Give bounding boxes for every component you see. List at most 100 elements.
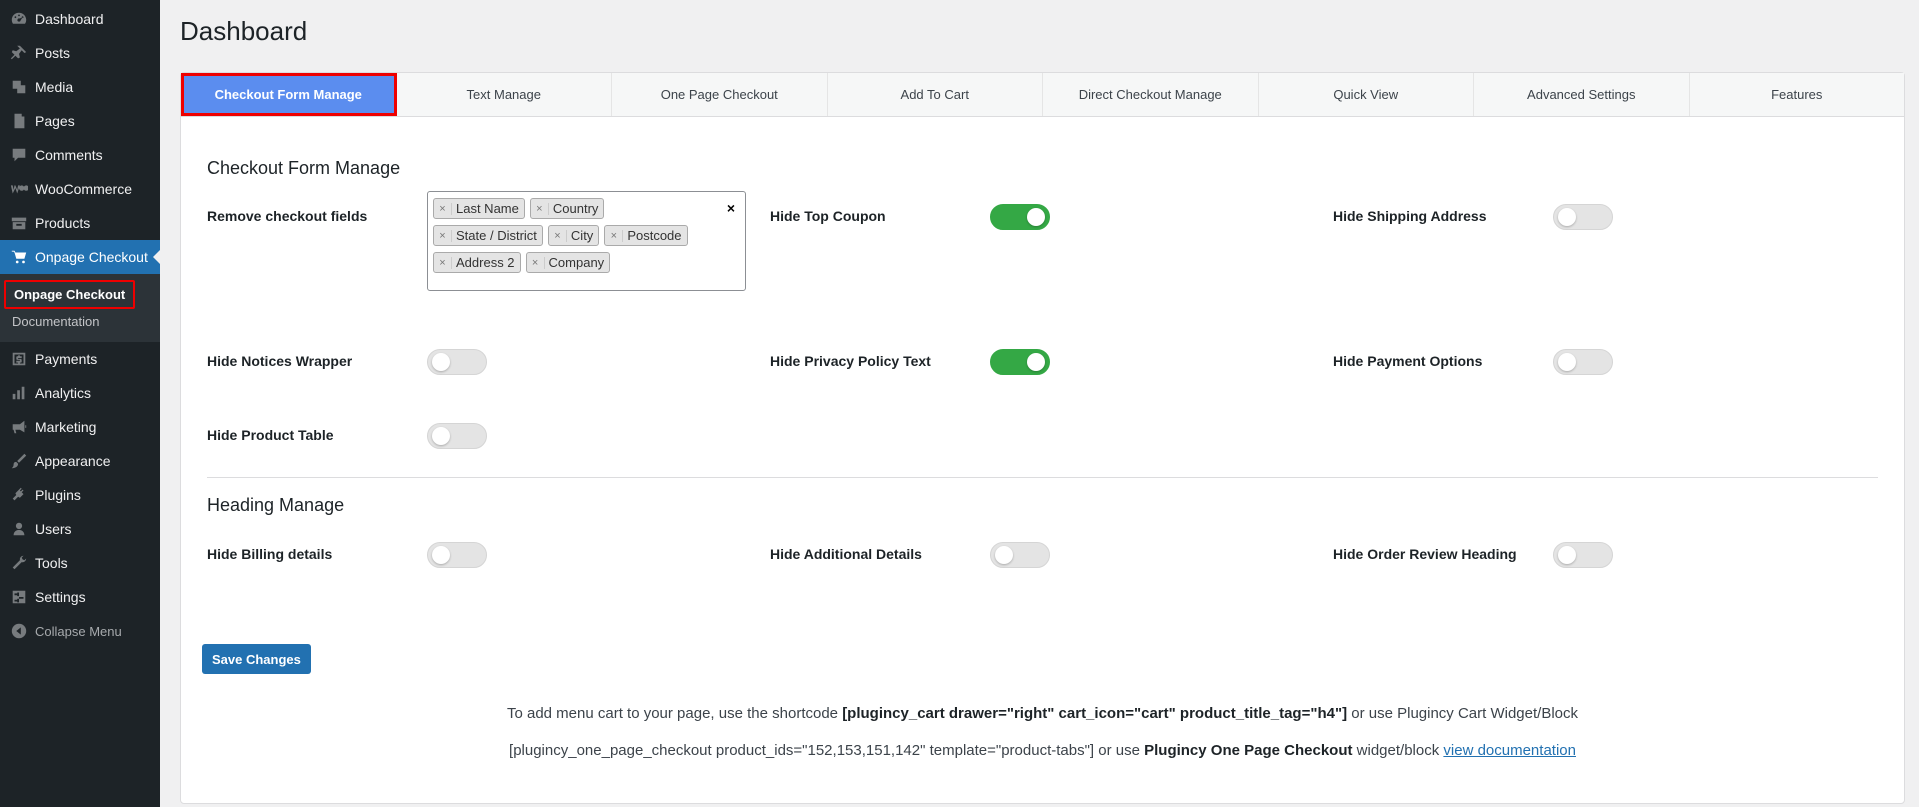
dollar-icon [9, 349, 29, 369]
menu-item-plugins[interactable]: Plugins [0, 478, 160, 512]
menu-label: Users [35, 521, 72, 537]
clear-all-icon[interactable]: × [727, 200, 735, 216]
remove-chip-icon[interactable]: × [527, 256, 545, 269]
menu-label: Comments [35, 147, 103, 163]
menu-item-appearance[interactable]: Appearance [0, 444, 160, 478]
chart-bar-icon [9, 383, 29, 403]
toggle-knob [1558, 208, 1576, 226]
tab-text-manage[interactable]: Text Manage [397, 73, 612, 116]
menu-item-pages[interactable]: Pages [0, 104, 160, 138]
tab-bar: Checkout Form Manage Text Manage One Pag… [181, 73, 1904, 117]
settings-panel: Checkout Form Manage Text Manage One Pag… [180, 72, 1905, 804]
selected-field-chip: × Country [529, 198, 605, 219]
page-title: Dashboard [180, 16, 308, 46]
toggle-hide-notices-wrapper[interactable] [427, 349, 487, 375]
remove-fields-multiselect[interactable]: × Last Name × Country × State / District × City… [427, 191, 746, 291]
collapse-icon [9, 621, 29, 641]
menu-label: Dashboard [35, 11, 104, 27]
toggle-hide-privacy-policy[interactable] [990, 349, 1050, 375]
submenu-item-documentation[interactable]: Documentation [0, 309, 160, 334]
menu-item-media[interactable]: Media [0, 70, 160, 104]
tab-quick-view[interactable]: Quick View [1259, 73, 1474, 116]
toggle-knob [995, 546, 1013, 564]
menu-item-users[interactable]: Users [0, 512, 160, 546]
selected-field-chip: × State / District [433, 225, 543, 246]
tab-content: Checkout Form Manage Remove checkout fie… [202, 117, 1878, 797]
admin-sidebar: Dashboard Posts Media Pages Comments Woo… [0, 0, 160, 807]
toggle-knob [432, 427, 450, 445]
toggle-knob [1027, 353, 1045, 371]
toggle-label-billing-details: Hide Billing details [207, 546, 333, 562]
tab-checkout-form-manage[interactable]: Checkout Form Manage [181, 73, 397, 116]
menu-item-posts[interactable]: Posts [0, 36, 160, 70]
menu-item-onpage-checkout[interactable]: Onpage Checkout [0, 240, 160, 274]
chip-label: Company [548, 255, 605, 270]
menu-item-products[interactable]: Products [0, 206, 160, 240]
toggle-hide-billing-details[interactable] [427, 542, 487, 568]
toggle-knob [1558, 546, 1576, 564]
remove-chip-icon[interactable]: × [434, 256, 452, 269]
woocommerce-icon [9, 179, 29, 199]
menu-item-settings[interactable]: Settings [0, 580, 160, 614]
remove-fields-label: Remove checkout fields [207, 208, 368, 224]
menu-item-analytics[interactable]: Analytics [0, 376, 160, 410]
comment-icon [9, 145, 29, 165]
menu-label: Plugins [35, 487, 81, 503]
menu-item-dashboard[interactable]: Dashboard [0, 2, 160, 36]
menu-label: Onpage Checkout [35, 249, 148, 265]
menu-label: Posts [35, 45, 71, 61]
shortcode-note-checkout: [plugincy_one_page_checkout product_ids=… [207, 742, 1878, 759]
menu-label: Marketing [35, 419, 97, 435]
toggle-hide-product-table[interactable] [427, 423, 487, 449]
menu-label: Products [35, 215, 91, 231]
note-text: [plugincy_one_page_checkout product_ids=… [509, 742, 1145, 759]
section-divider [207, 477, 1878, 478]
toggle-label-order-review-heading: Hide Order Review Heading [1333, 546, 1517, 562]
remove-chip-icon[interactable]: × [434, 202, 452, 215]
tab-one-page-checkout[interactable]: One Page Checkout [612, 73, 828, 116]
note-widget-name: Plugincy One Page Checkout [1144, 742, 1353, 759]
note-shortcode: [plugincy_cart drawer="right" cart_icon=… [842, 705, 1348, 722]
tab-advanced-settings[interactable]: Advanced Settings [1474, 73, 1690, 116]
submenu-item-onpage-checkout[interactable]: Onpage Checkout [4, 280, 136, 309]
menu-item-woocommerce[interactable]: WooCommerce [0, 172, 160, 206]
menu-label: WooCommerce [35, 181, 132, 197]
toggle-hide-top-coupon[interactable] [990, 204, 1050, 230]
toggle-hide-payment-options[interactable] [1553, 349, 1613, 375]
tab-features[interactable]: Features [1690, 73, 1905, 116]
main-content: Dashboard Checkout Form Manage Text Mana… [180, 0, 1919, 807]
remove-chip-icon[interactable]: × [531, 202, 549, 215]
chip-label: Address 2 [456, 255, 515, 270]
pin-icon [9, 43, 29, 63]
tab-add-to-cart[interactable]: Add To Cart [828, 73, 1043, 116]
remove-chip-icon[interactable]: × [605, 229, 624, 242]
menu-label: Media [35, 79, 74, 95]
settings-icon [9, 587, 29, 607]
selected-field-chip: × Last Name [433, 198, 525, 219]
toggle-knob [432, 546, 450, 564]
menu-item-marketing[interactable]: Marketing [0, 410, 160, 444]
save-changes-button[interactable]: Save Changes [202, 644, 311, 674]
media-icon [9, 77, 29, 97]
toggle-hide-order-review-heading[interactable] [1553, 542, 1613, 568]
section-title-checkout: Checkout Form Manage [207, 158, 401, 178]
menu-label: Settings [35, 589, 86, 605]
chip-label: Last Name [456, 201, 519, 216]
toggle-hide-shipping-address[interactable] [1553, 204, 1613, 230]
view-documentation-link[interactable]: view documentation [1443, 742, 1576, 759]
menu-item-tools[interactable]: Tools [0, 546, 160, 580]
menu-label: Tools [35, 555, 68, 571]
toggle-label-top-coupon: Hide Top Coupon [770, 208, 886, 224]
remove-chip-icon[interactable]: × [434, 229, 452, 242]
remove-chip-icon[interactable]: × [549, 229, 567, 242]
menu-item-payments[interactable]: Payments [0, 342, 160, 376]
tab-direct-checkout-manage[interactable]: Direct Checkout Manage [1043, 73, 1259, 116]
selected-field-chip: × City [547, 225, 600, 246]
selected-field-chip: × Company [525, 252, 611, 273]
toggle-label-notices-wrapper: Hide Notices Wrapper [207, 353, 353, 369]
selected-field-chip: × Address 2 [433, 252, 521, 273]
wrench-icon [9, 553, 29, 573]
menu-item-comments[interactable]: Comments [0, 138, 160, 172]
collapse-menu-button[interactable]: Collapse Menu [0, 614, 160, 648]
toggle-hide-additional-details[interactable] [990, 542, 1050, 568]
